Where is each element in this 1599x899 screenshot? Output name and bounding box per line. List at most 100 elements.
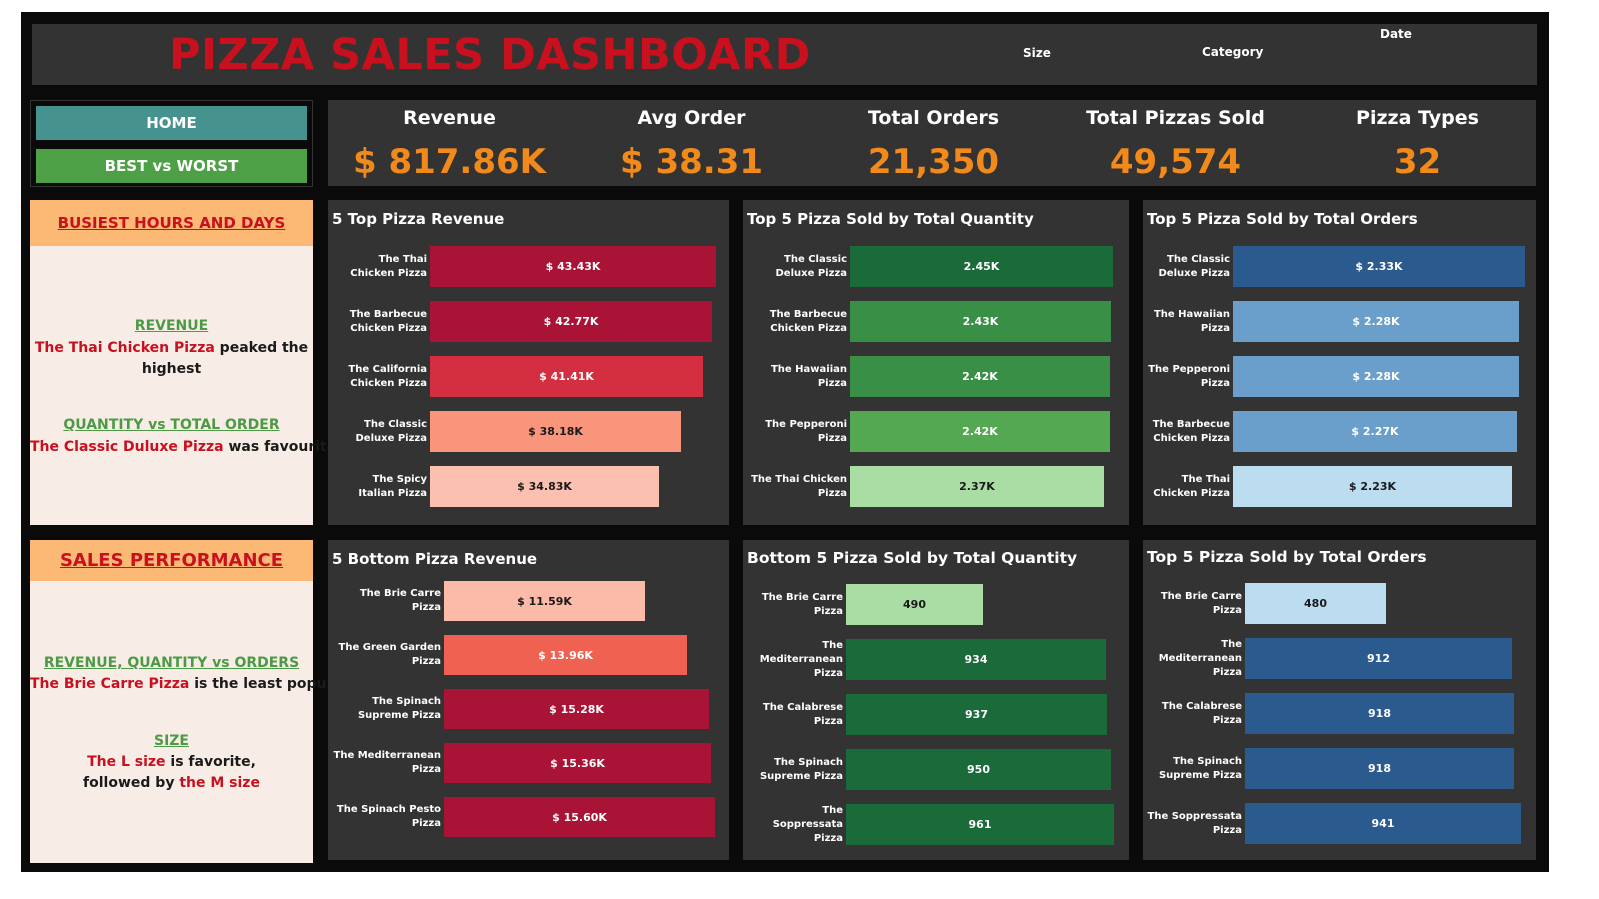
sales-insight-card: SALES PERFORMANCE REVENUE, QUANTITY vs O… bbox=[30, 540, 348, 863]
bar-value-label: $ 15.36K bbox=[550, 756, 605, 770]
bar-the-brie-carre-pizza[interactable]: $ 11.59K bbox=[444, 581, 645, 621]
category-label-the-classic-deluxe-pizza: The Classic Deluxe Pizza bbox=[1158, 253, 1231, 279]
bar-value-label: $ 38.18K bbox=[528, 425, 583, 438]
bar-the-brie-carre-pizza[interactable]: 490 bbox=[846, 584, 983, 625]
category-label-the-classic-deluxe-pizza: The Classic Deluxe Pizza bbox=[775, 253, 848, 279]
bar-value-label: $ 2.27K bbox=[1351, 425, 1399, 438]
bar-the-thai-chicken-pizza[interactable]: $ 2.23K bbox=[1233, 466, 1512, 507]
top-revenue-chart: 5 Top Pizza Revenue The Thai Chicken Pizz… bbox=[328, 200, 729, 525]
bar-value-label: 918 bbox=[1368, 707, 1391, 720]
category-label-the-thai-chicken-pizza: The Thai Chicken Pizza bbox=[1153, 473, 1230, 499]
bar-value-label: $ 2.33K bbox=[1355, 260, 1403, 273]
kpi-label: Revenue bbox=[403, 107, 496, 129]
chart-title: 5 Bottom Pizza Revenue bbox=[332, 550, 538, 568]
bar-the-hawaiian-pizza[interactable]: 2.42K bbox=[850, 356, 1110, 397]
revenue-insight-text: The Thai Chicken Pizza peaked the bbox=[30, 340, 313, 356]
bar-the-hawaiian-pizza[interactable]: $ 2.28K bbox=[1233, 301, 1519, 342]
chart-title: Bottom 5 Pizza Sold by Total Quantity bbox=[747, 549, 1078, 567]
bar-value-label: 950 bbox=[967, 763, 990, 776]
chart-title: Top 5 Pizza Sold by Total Orders bbox=[1147, 210, 1418, 228]
sales-heading: SALES PERFORMANCE bbox=[30, 540, 313, 581]
bar-the-classic-deluxe-pizza[interactable]: $ 2.33K bbox=[1233, 246, 1525, 287]
home-button[interactable]: HOME bbox=[36, 106, 307, 140]
insight-highlight: The L size bbox=[87, 754, 166, 770]
category-label-the-mediterranean-pizza: The Mediterranean Pizza bbox=[759, 639, 843, 679]
bar-value-label: $ 15.60K bbox=[552, 810, 607, 824]
bar-the-spicy-italian-pizza[interactable]: $ 34.83K bbox=[430, 466, 659, 507]
bar-the-thai-chicken-pizza[interactable]: 2.37K bbox=[850, 466, 1104, 507]
bar-value-label: 961 bbox=[968, 818, 992, 831]
bar-the-spinach-supreme-pizza[interactable]: 918 bbox=[1245, 748, 1514, 789]
best-vs-worst-button[interactable]: BEST vs WORST bbox=[36, 149, 307, 183]
busiest-insight-card: BUSIEST HOURS AND DAYS REVENUE The Thai … bbox=[30, 200, 336, 525]
size-insight-text-line2: followed by the M size bbox=[30, 775, 313, 791]
busiest-heading: BUSIEST HOURS AND DAYS bbox=[30, 200, 313, 246]
bar-the-pepperoni-pizza[interactable]: $ 2.28K bbox=[1233, 356, 1519, 397]
bar-the-soppressata-pizza[interactable]: 961 bbox=[846, 804, 1114, 845]
bar-the-barbecue-chicken-pizza[interactable]: $ 42.77K bbox=[430, 301, 712, 342]
category-filter[interactable]: Category bbox=[1202, 45, 1263, 59]
kpi-total-pizzas-sold: Total Pizzas Sold 49,574 bbox=[1055, 100, 1296, 186]
bar-the-calabrese-pizza[interactable]: 918 bbox=[1245, 693, 1514, 734]
kpi-value: $ 38.31 bbox=[619, 142, 764, 182]
quantity-insight-title: QUANTITY vs TOTAL ORDER bbox=[63, 417, 280, 433]
category-label-the-calabrese-pizza: The Calabrese Pizza bbox=[1161, 700, 1242, 726]
bar-value-label: 934 bbox=[964, 653, 988, 666]
header-bar: PIZZA SALES DASHBOARD Size Category Date bbox=[32, 24, 1537, 85]
insight-highlight: the M size bbox=[179, 775, 260, 791]
category-label-the-brie-carre-pizza: The Brie Carre Pizza bbox=[359, 588, 441, 613]
bar-the-classic-deluxe-pizza[interactable]: $ 38.18K bbox=[430, 411, 681, 452]
top-quantity-chart: Top 5 Pizza Sold by Total Quantity The C… bbox=[743, 200, 1129, 525]
bar-the-barbecue-chicken-pizza[interactable]: $ 2.27K bbox=[1233, 411, 1517, 452]
kpi-revenue: Revenue $ 817.86K bbox=[329, 100, 570, 186]
bar-the-california-chicken-pizza[interactable]: $ 41.41K bbox=[430, 356, 703, 397]
size-insight-title: SIZE bbox=[153, 733, 189, 749]
kpi-value: $ 817.86K bbox=[352, 142, 547, 182]
bar-value-label: 2.42K bbox=[962, 370, 998, 383]
bar-value-label: 941 bbox=[1371, 817, 1395, 830]
insight-text: is favorite, bbox=[165, 754, 256, 770]
kpi-avg-order: Avg Order $ 38.31 bbox=[571, 100, 812, 186]
category-label-the-hawaiian-pizza: The Hawaiian Pizza bbox=[770, 363, 847, 389]
bar-the-pepperoni-pizza[interactable]: 2.42K bbox=[850, 411, 1110, 452]
insight-highlight: The Brie Carre Pizza bbox=[30, 676, 190, 692]
kpi-pizza-types: Pizza Types 32 bbox=[1297, 100, 1538, 186]
size-filter[interactable]: Size bbox=[1023, 46, 1051, 60]
bar-the-classic-deluxe-pizza[interactable]: 2.45K bbox=[850, 246, 1113, 287]
category-label-the-barbecue-chicken-pizza: The Barbecue Chicken Pizza bbox=[1152, 418, 1230, 444]
bar-the-thai-chicken-pizza[interactable]: $ 43.43K bbox=[430, 246, 716, 287]
category-label-the-spinach-supreme-pizza: The Spinach Supreme Pizza bbox=[357, 696, 441, 721]
bar-the-spinach-pesto-pizza[interactable]: $ 15.60K bbox=[444, 797, 715, 837]
rqo-insight-title: REVENUE, QUANTITY vs ORDERS bbox=[43, 655, 300, 671]
bar-the-calabrese-pizza[interactable]: 937 bbox=[846, 694, 1107, 735]
bar-value-label: $ 34.83K bbox=[517, 480, 572, 493]
bar-value-label: 490 bbox=[903, 598, 926, 611]
bar-the-brie-carre-pizza[interactable]: 480 bbox=[1245, 583, 1386, 624]
bottom-quantity-chart: Bottom 5 Pizza Sold by Total Quantity Th… bbox=[743, 540, 1129, 860]
revenue-insight-title: REVENUE bbox=[134, 318, 209, 334]
category-label-the-spinach-supreme-pizza: The Spinach Supreme Pizza bbox=[1158, 755, 1242, 781]
kpi-value: 49,574 bbox=[1109, 142, 1242, 182]
bar-value-label: 937 bbox=[965, 708, 988, 721]
category-label-the-california-chicken-pizza: The California Chicken Pizza bbox=[348, 363, 427, 389]
bar-value-label: 2.43K bbox=[962, 315, 999, 328]
bar-the-soppressata-pizza[interactable]: 941 bbox=[1245, 803, 1521, 844]
bar-the-spinach-supreme-pizza[interactable]: $ 15.28K bbox=[444, 689, 709, 729]
bar-value-label: 918 bbox=[1368, 762, 1391, 775]
date-filter[interactable]: Date bbox=[1380, 27, 1412, 41]
bar-the-spinach-supreme-pizza[interactable]: 950 bbox=[846, 749, 1111, 790]
category-label-the-spinach-pesto-pizza: The Spinach Pesto Pizza bbox=[336, 804, 441, 829]
bar-the-mediterranean-pizza[interactable]: 934 bbox=[846, 639, 1106, 680]
chart-title: Top 5 Pizza Sold by Total Quantity bbox=[747, 210, 1034, 228]
bar-value-label: $ 15.28K bbox=[549, 702, 604, 716]
bar-value-label: 2.37K bbox=[959, 480, 995, 493]
revenue-insight-text-line2: highest bbox=[141, 361, 202, 377]
category-label-the-spinach-supreme-pizza: The Spinach Supreme Pizza bbox=[759, 756, 843, 782]
bar-the-mediterranean-pizza[interactable]: $ 15.36K bbox=[444, 743, 711, 783]
category-label-the-mediterranean-pizza: The Mediterranean Pizza bbox=[1158, 638, 1242, 678]
bar-the-mediterranean-pizza[interactable]: 912 bbox=[1245, 638, 1512, 679]
bar-the-green-garden-pizza[interactable]: $ 13.96K bbox=[444, 635, 687, 675]
kpi-label: Total Pizzas Sold bbox=[1086, 107, 1265, 129]
bar-the-barbecue-chicken-pizza[interactable]: 2.43K bbox=[850, 301, 1111, 342]
category-label-the-spicy-italian-pizza: The Spicy Italian Pizza bbox=[358, 473, 427, 499]
